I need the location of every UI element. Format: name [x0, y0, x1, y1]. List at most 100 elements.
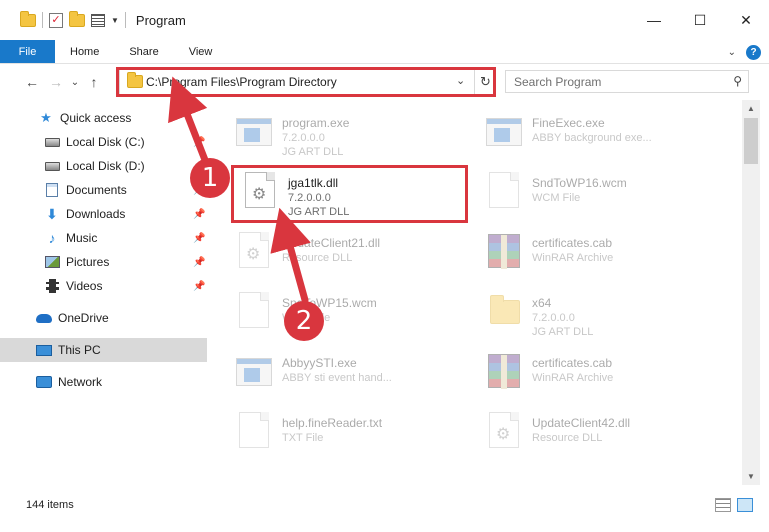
- file-detail: 7.2.0.0.0: [532, 312, 575, 324]
- disk-icon: [44, 137, 60, 147]
- file-name: AbbyySTI.exe: [282, 356, 357, 370]
- file-name: SndToWP16.wcm: [532, 176, 627, 190]
- close-button[interactable]: ✕: [723, 0, 769, 40]
- navigation-pane: ★ Quick access Local Disk (C:) 📌 Local D…: [0, 100, 207, 485]
- file-tile[interactable]: SndToWP15.wcm WCM File: [228, 286, 468, 342]
- new-folder-icon[interactable]: [69, 10, 85, 27]
- file-tile[interactable]: ⚙ UpdateClient21.dll Resource DLL: [228, 226, 468, 282]
- file-tile[interactable]: FineExec.exe ABBY background exe...: [478, 106, 718, 162]
- file-tile[interactable]: certificates.cab WinRAR Archive: [478, 226, 718, 282]
- music-icon: ♪: [48, 230, 56, 246]
- tiles-view-icon[interactable]: [737, 498, 753, 512]
- up-button[interactable]: ↑: [82, 74, 106, 90]
- sidebar-item-documents[interactable]: Documents 📌: [0, 178, 207, 202]
- qat-separator: [42, 12, 43, 28]
- sidebar-item-label: Downloads: [66, 207, 126, 221]
- search-input[interactable]: Search Program: [514, 75, 601, 89]
- file-detail: ABBY sti event hand...: [282, 372, 392, 384]
- back-button[interactable]: ←: [20, 74, 44, 90]
- recent-locations-button[interactable]: ⌄: [68, 77, 82, 88]
- pin-icon[interactable]: 📌: [193, 233, 205, 244]
- file-detail: Resource DLL: [532, 432, 603, 444]
- sidebar-item-label: OneDrive: [58, 311, 109, 325]
- file-tile[interactable]: AbbyySTI.exe ABBY sti event hand...: [228, 346, 468, 402]
- expand-ribbon-icon[interactable]: ⌄: [728, 47, 736, 58]
- file-detail: 7.2.0.0.0: [282, 132, 325, 144]
- status-bar: 144 items: [0, 494, 769, 518]
- file-tile[interactable]: x64 7.2.0.0.0 JG ART DLL: [478, 286, 718, 342]
- address-bar-highlight: [116, 67, 496, 97]
- file-tile[interactable]: SndToWP16.wcm WCM File: [478, 166, 718, 222]
- sidebar-item-label: Network: [58, 375, 103, 389]
- ribbon-tabs: File Home Share View ⌄ ?: [0, 40, 769, 64]
- sidebar-item-local-disk-d[interactable]: Local Disk (D:) 📌: [0, 154, 207, 178]
- forward-button[interactable]: →: [44, 74, 68, 90]
- file-name: help.fineReader.txt: [282, 416, 383, 430]
- sidebar-item-label: Videos: [66, 279, 103, 293]
- file-tile[interactable]: ⚙ UpdateClient42.dll Resource DLL: [478, 406, 718, 462]
- onedrive-icon: [36, 313, 52, 323]
- scroll-up-icon[interactable]: ▲: [742, 100, 760, 117]
- tab-file[interactable]: File: [0, 40, 55, 63]
- file-tile[interactable]: program.exe 7.2.0.0.0 JG ART DLL: [228, 106, 468, 162]
- file-tile[interactable]: help.fineReader.txt TXT File: [228, 406, 468, 462]
- search-icon[interactable]: ⚲: [733, 74, 742, 88]
- properties-icon[interactable]: [91, 13, 105, 27]
- quick-access-toolbar: ✓ ▼: [20, 10, 126, 28]
- star-icon: ★: [40, 110, 52, 125]
- qat-dropdown-icon[interactable]: ▼: [111, 16, 119, 25]
- exe-icon: [236, 118, 272, 146]
- file-detail: JG ART DLL: [282, 146, 344, 158]
- network-icon: [36, 376, 52, 388]
- sidebar-item-local-disk-c[interactable]: Local Disk (C:) 📌: [0, 130, 207, 154]
- sidebar-item-downloads[interactable]: ⬇ Downloads 📌: [0, 202, 207, 226]
- sidebar-item-this-pc[interactable]: This PC: [0, 338, 207, 362]
- file-name: UpdateClient21.dll: [282, 236, 381, 250]
- pin-icon[interactable]: 📌: [193, 281, 205, 292]
- sidebar-item-videos[interactable]: Videos 📌: [0, 274, 207, 298]
- scroll-thumb[interactable]: [744, 118, 758, 164]
- scroll-down-icon[interactable]: ▼: [742, 468, 760, 485]
- help-icon[interactable]: ?: [746, 44, 761, 60]
- tab-share[interactable]: Share: [114, 40, 173, 63]
- exe-icon: [236, 358, 272, 386]
- blank-file-icon: [239, 292, 269, 328]
- sidebar-item-music[interactable]: ♪ Music 📌: [0, 226, 207, 250]
- file-name: FineExec.exe: [532, 116, 605, 130]
- sidebar-item-network[interactable]: Network: [0, 370, 207, 394]
- target-file-highlight: [231, 165, 468, 223]
- properties-check-icon[interactable]: ✓: [49, 12, 63, 28]
- maximize-button[interactable]: ☐: [677, 0, 723, 40]
- file-name: certificates.cab: [532, 236, 613, 250]
- tab-view[interactable]: View: [174, 40, 228, 63]
- sidebar-item-label: Pictures: [66, 255, 110, 269]
- sidebar-item-onedrive[interactable]: OneDrive: [0, 306, 207, 330]
- pin-icon[interactable]: 📌: [193, 209, 205, 220]
- videos-icon: [45, 279, 59, 293]
- sidebar-item-label: This PC: [58, 343, 101, 357]
- blank-file-icon: [239, 412, 269, 448]
- minimize-button[interactable]: —: [631, 0, 677, 40]
- folder-icon: [20, 10, 36, 27]
- vertical-scrollbar[interactable]: ▲ ▼: [742, 100, 760, 485]
- details-view-icon[interactable]: [715, 498, 731, 512]
- step-2-badge: 2: [284, 301, 324, 341]
- rar-icon: [488, 234, 520, 269]
- search-box[interactable]: Search Program ⚲: [505, 70, 749, 93]
- file-tile[interactable]: certificates.cab WinRAR Archive: [478, 346, 718, 402]
- ribbon-right: ⌄ ?: [728, 40, 761, 64]
- sidebar-item-quick-access[interactable]: ★ Quick access: [0, 106, 207, 130]
- sidebar-item-pictures[interactable]: Pictures 📌: [0, 250, 207, 274]
- tab-home[interactable]: Home: [55, 40, 114, 63]
- file-name: program.exe: [282, 116, 350, 130]
- pin-icon[interactable]: 📌: [193, 257, 205, 268]
- file-name: x64: [532, 296, 552, 310]
- file-detail: Resource DLL: [282, 252, 353, 264]
- gear-icon: ⚙: [496, 426, 511, 443]
- file-detail: WinRAR Archive: [532, 252, 614, 264]
- pin-icon[interactable]: 📌: [193, 137, 205, 148]
- this-pc-icon: [36, 344, 52, 356]
- pictures-icon: [44, 256, 60, 268]
- exe-icon: [486, 118, 522, 146]
- window-title: Program: [135, 12, 186, 28]
